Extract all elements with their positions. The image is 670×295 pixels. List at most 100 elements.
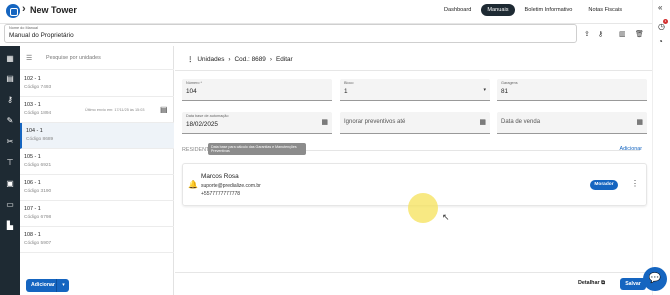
calendar-icon[interactable]: ▦ xyxy=(321,118,328,126)
building-icon[interactable]: ▤ xyxy=(4,73,16,85)
data-base-value: 18/02/2025 xyxy=(186,121,218,128)
trash-icon[interactable]: 🗑 xyxy=(635,30,644,38)
key-icon[interactable]: ⚷ xyxy=(4,94,16,106)
unit-code: Código 8689 xyxy=(26,137,54,142)
detail-label: Detalhar xyxy=(578,280,600,286)
unit-name: 106 - 1 xyxy=(24,180,41,186)
wrench-icon[interactable]: ✎ xyxy=(4,115,16,127)
list-item[interactable]: 107 - 1 Código 6798 xyxy=(20,201,174,227)
units-search[interactable]: ☰ Pesquise por unidades xyxy=(20,46,174,70)
list-item[interactable]: 102 - 1 Código 7493 xyxy=(20,71,174,97)
chevron-right-icon: › xyxy=(269,55,272,63)
chevron-right-icon: › xyxy=(228,55,231,63)
app-title: New Tower xyxy=(30,5,77,15)
numero-value: 104 xyxy=(186,88,197,95)
manual-name-field[interactable]: Nome do Manual Manual do Proprietário xyxy=(4,24,577,43)
more-vertical-icon[interactable]: ⋮ xyxy=(187,55,193,63)
app-logo[interactable] xyxy=(6,4,20,18)
calendar-icon[interactable]: ▦ xyxy=(636,118,643,126)
unit-code: Código 3190 xyxy=(24,189,52,194)
caret-down-icon: ▾ xyxy=(483,87,486,93)
filter-icon[interactable]: ☰ xyxy=(26,54,32,62)
numero-label: Número * xyxy=(186,81,203,85)
data-venda-placeholder: Data de venda xyxy=(501,119,541,125)
unit-name: 102 - 1 xyxy=(24,76,41,82)
unit-last-sent: Último envio em: 17/11/25 às 15:03 xyxy=(85,108,145,112)
paint-roller-icon[interactable]: ⊤ xyxy=(4,157,16,169)
bloco-value: 1 xyxy=(344,88,348,95)
data-base-field[interactable]: Data base de automação 18/02/2025 ▦ xyxy=(182,112,332,134)
data-venda-field[interactable]: Data de venda ▦ xyxy=(497,112,647,134)
unit-name: 108 - 1 xyxy=(24,232,41,238)
unit-code: Código 5907 xyxy=(24,241,52,246)
tab-boletim-informativo[interactable]: Boletim Informativo xyxy=(519,4,579,16)
add-unit-label: Adicionar xyxy=(31,282,55,288)
unit-name: 104 - 1 xyxy=(26,128,43,134)
more-vertical-icon[interactable]: ⋮ xyxy=(631,179,639,188)
unit-edit-panel: ⋮ Unidades › Cod.: 8689 › Editar Número … xyxy=(175,46,652,295)
list-item[interactable]: 103 - 1 Código 1894 Último envio em: 17/… xyxy=(20,97,174,123)
unit-name: 107 - 1 xyxy=(24,206,41,212)
upload-icon[interactable]: ⇪ xyxy=(584,30,590,38)
bell-icon: 🔔 xyxy=(188,180,198,189)
breadcrumb: ⋮ Unidades › Cod.: 8689 › Editar xyxy=(187,55,293,64)
manual-name-label: Nome do Manual xyxy=(9,26,38,30)
contacts-icon[interactable]: ▣ xyxy=(4,178,16,190)
add-resident-button[interactable]: Adicionar xyxy=(620,146,642,152)
list-item[interactable]: 108 - 1 Código 5907 xyxy=(20,227,174,253)
left-nav: ▦ ▤ ⚷ ✎ ✂ ⊤ ▣ ▭ ▙ xyxy=(0,46,20,295)
numero-field[interactable]: Número * 104 xyxy=(182,79,332,101)
tab-dashboard[interactable]: Dashboard xyxy=(438,4,477,16)
ignorar-preventivos-placeholder: Ignorar preventivos até xyxy=(344,119,406,125)
list-item[interactable]: 105 - 1 Código 6921 xyxy=(20,149,174,175)
send-manual-icon[interactable]: ▤ xyxy=(160,105,168,114)
chevron-down-icon: ▾ xyxy=(62,282,65,288)
garagens-value: 81 xyxy=(501,88,509,95)
resident-email: suporte@predialize.com.br xyxy=(201,183,261,189)
factory-icon[interactable]: ▙ xyxy=(4,220,16,232)
breadcrumb-root[interactable]: Unidades xyxy=(197,56,224,63)
unit-name: 105 - 1 xyxy=(24,154,41,160)
bloco-select[interactable]: Bloco 1 ▾ xyxy=(340,79,490,101)
detail-button[interactable]: Detalhar ⧉ xyxy=(578,280,605,287)
unit-name: 103 - 1 xyxy=(24,102,41,108)
chat-button[interactable]: 💬 xyxy=(643,267,667,291)
key-icon[interactable]: ⚷ xyxy=(598,30,603,38)
garagens-label: Garagens xyxy=(501,81,518,85)
inbox-icon[interactable]: ▭ xyxy=(4,199,16,211)
top-bar: › New Tower Dashboard Manuais Boletim In… xyxy=(0,0,670,24)
chevron-right-icon: › xyxy=(22,3,26,15)
click-highlight xyxy=(408,193,438,223)
unit-sync-icon[interactable]: ◔ xyxy=(658,37,663,46)
chat-icon: 💬 xyxy=(648,273,662,284)
tooltip: Data base para cálculo das Garantias e M… xyxy=(208,143,306,155)
tab-manuais[interactable]: Manuais xyxy=(481,4,515,16)
list-item[interactable]: 106 - 1 Código 3190 xyxy=(20,175,174,201)
divider xyxy=(175,272,652,273)
tools-icon[interactable]: ✂ xyxy=(4,136,16,148)
grid-icon[interactable]: ▦ xyxy=(4,53,16,65)
unit-code: Código 1894 xyxy=(24,111,52,116)
book-icon[interactable]: ▥ xyxy=(619,30,626,38)
right-rail: « ◷ 1 ◔ xyxy=(652,0,670,295)
units-panel: ☰ Pesquise por unidades 102 - 1 Código 7… xyxy=(20,46,174,295)
resident-role-badge[interactable]: Morador xyxy=(590,180,618,190)
breadcrumb-code[interactable]: Cod.: 8689 xyxy=(235,56,266,63)
resident-phone: +5577777777778 xyxy=(201,191,241,197)
list-item[interactable]: 104 - 1 Código 8689 xyxy=(20,123,174,149)
breadcrumb-current: Editar xyxy=(275,55,293,63)
top-nav: Dashboard Manuais Boletim Informativo No… xyxy=(438,4,628,16)
ignorar-preventivos-field[interactable]: Ignorar preventivos até ▦ xyxy=(340,112,490,134)
tab-notas-fiscais[interactable]: Notas Fiscais xyxy=(582,4,628,16)
collapse-panel-icon[interactable]: « xyxy=(658,3,662,12)
notification-badge: 1 xyxy=(663,19,668,24)
unit-code: Código 6921 xyxy=(24,163,52,168)
calendar-icon[interactable]: ▦ xyxy=(479,118,486,126)
external-link-icon: ⧉ xyxy=(601,280,605,286)
garagens-field[interactable]: Garagens 81 xyxy=(497,79,647,101)
data-base-label: Data base de automação xyxy=(186,114,229,118)
divider xyxy=(175,70,652,71)
add-unit-dropdown[interactable]: ▾ xyxy=(56,279,69,292)
unit-code: Código 6798 xyxy=(24,215,52,220)
units-search-input[interactable]: Pesquise por unidades xyxy=(46,55,101,61)
